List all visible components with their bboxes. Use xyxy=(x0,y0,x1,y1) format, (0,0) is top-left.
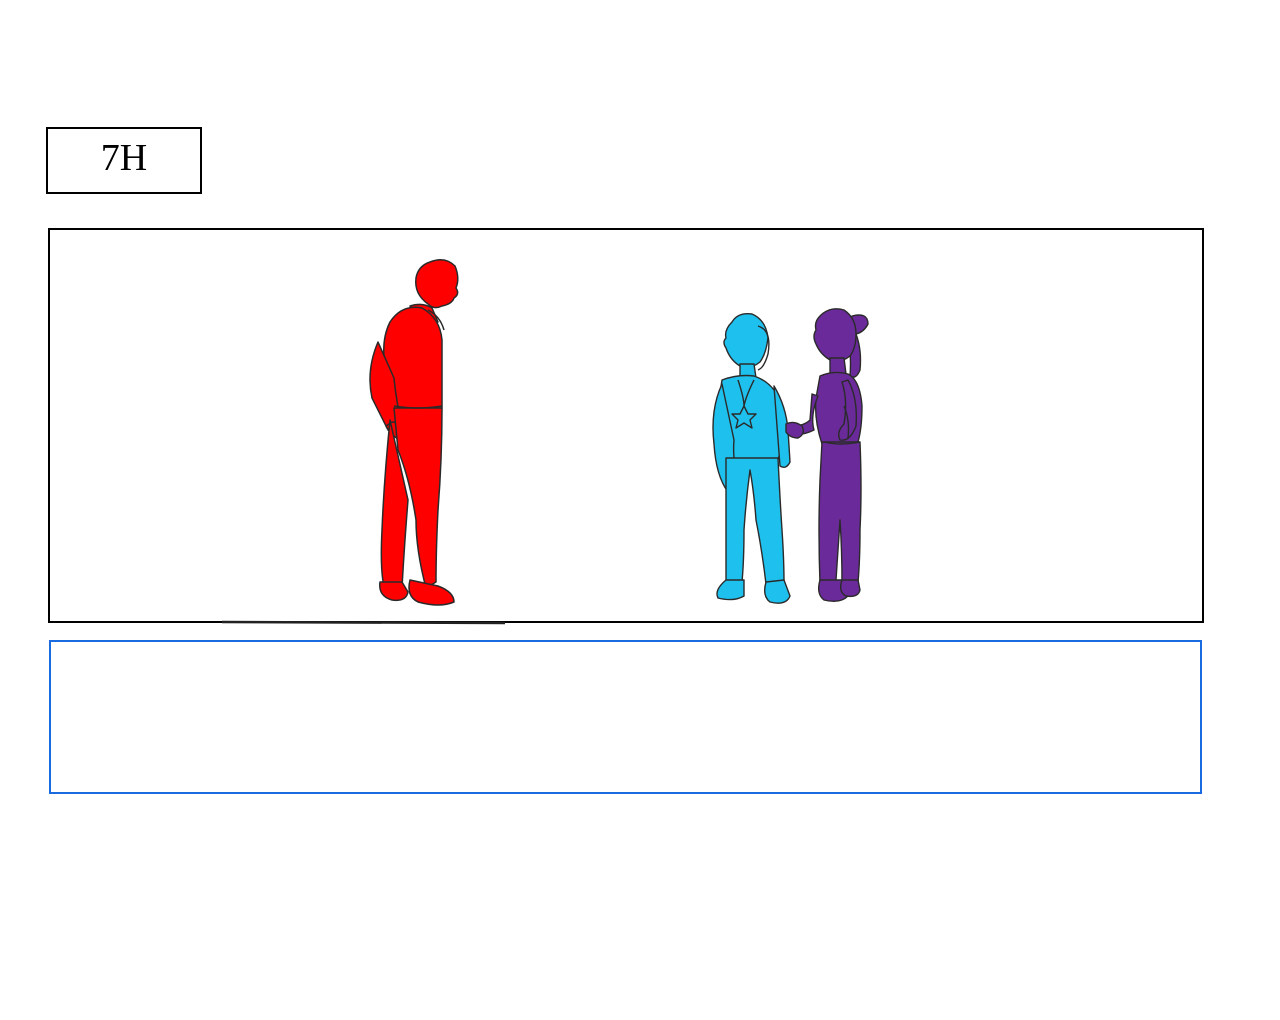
storyboard-panel xyxy=(48,228,1204,625)
panel-label: 7H xyxy=(100,137,148,179)
ground-shadow-line xyxy=(221,620,506,625)
caption-box[interactable] xyxy=(49,640,1202,794)
caption-text[interactable] xyxy=(51,642,1200,666)
panel-artwork xyxy=(221,259,869,625)
purple-figure xyxy=(785,308,869,603)
cyan-figure xyxy=(712,312,791,604)
panel-label-box: 7H xyxy=(46,127,202,194)
red-figure xyxy=(369,259,459,606)
